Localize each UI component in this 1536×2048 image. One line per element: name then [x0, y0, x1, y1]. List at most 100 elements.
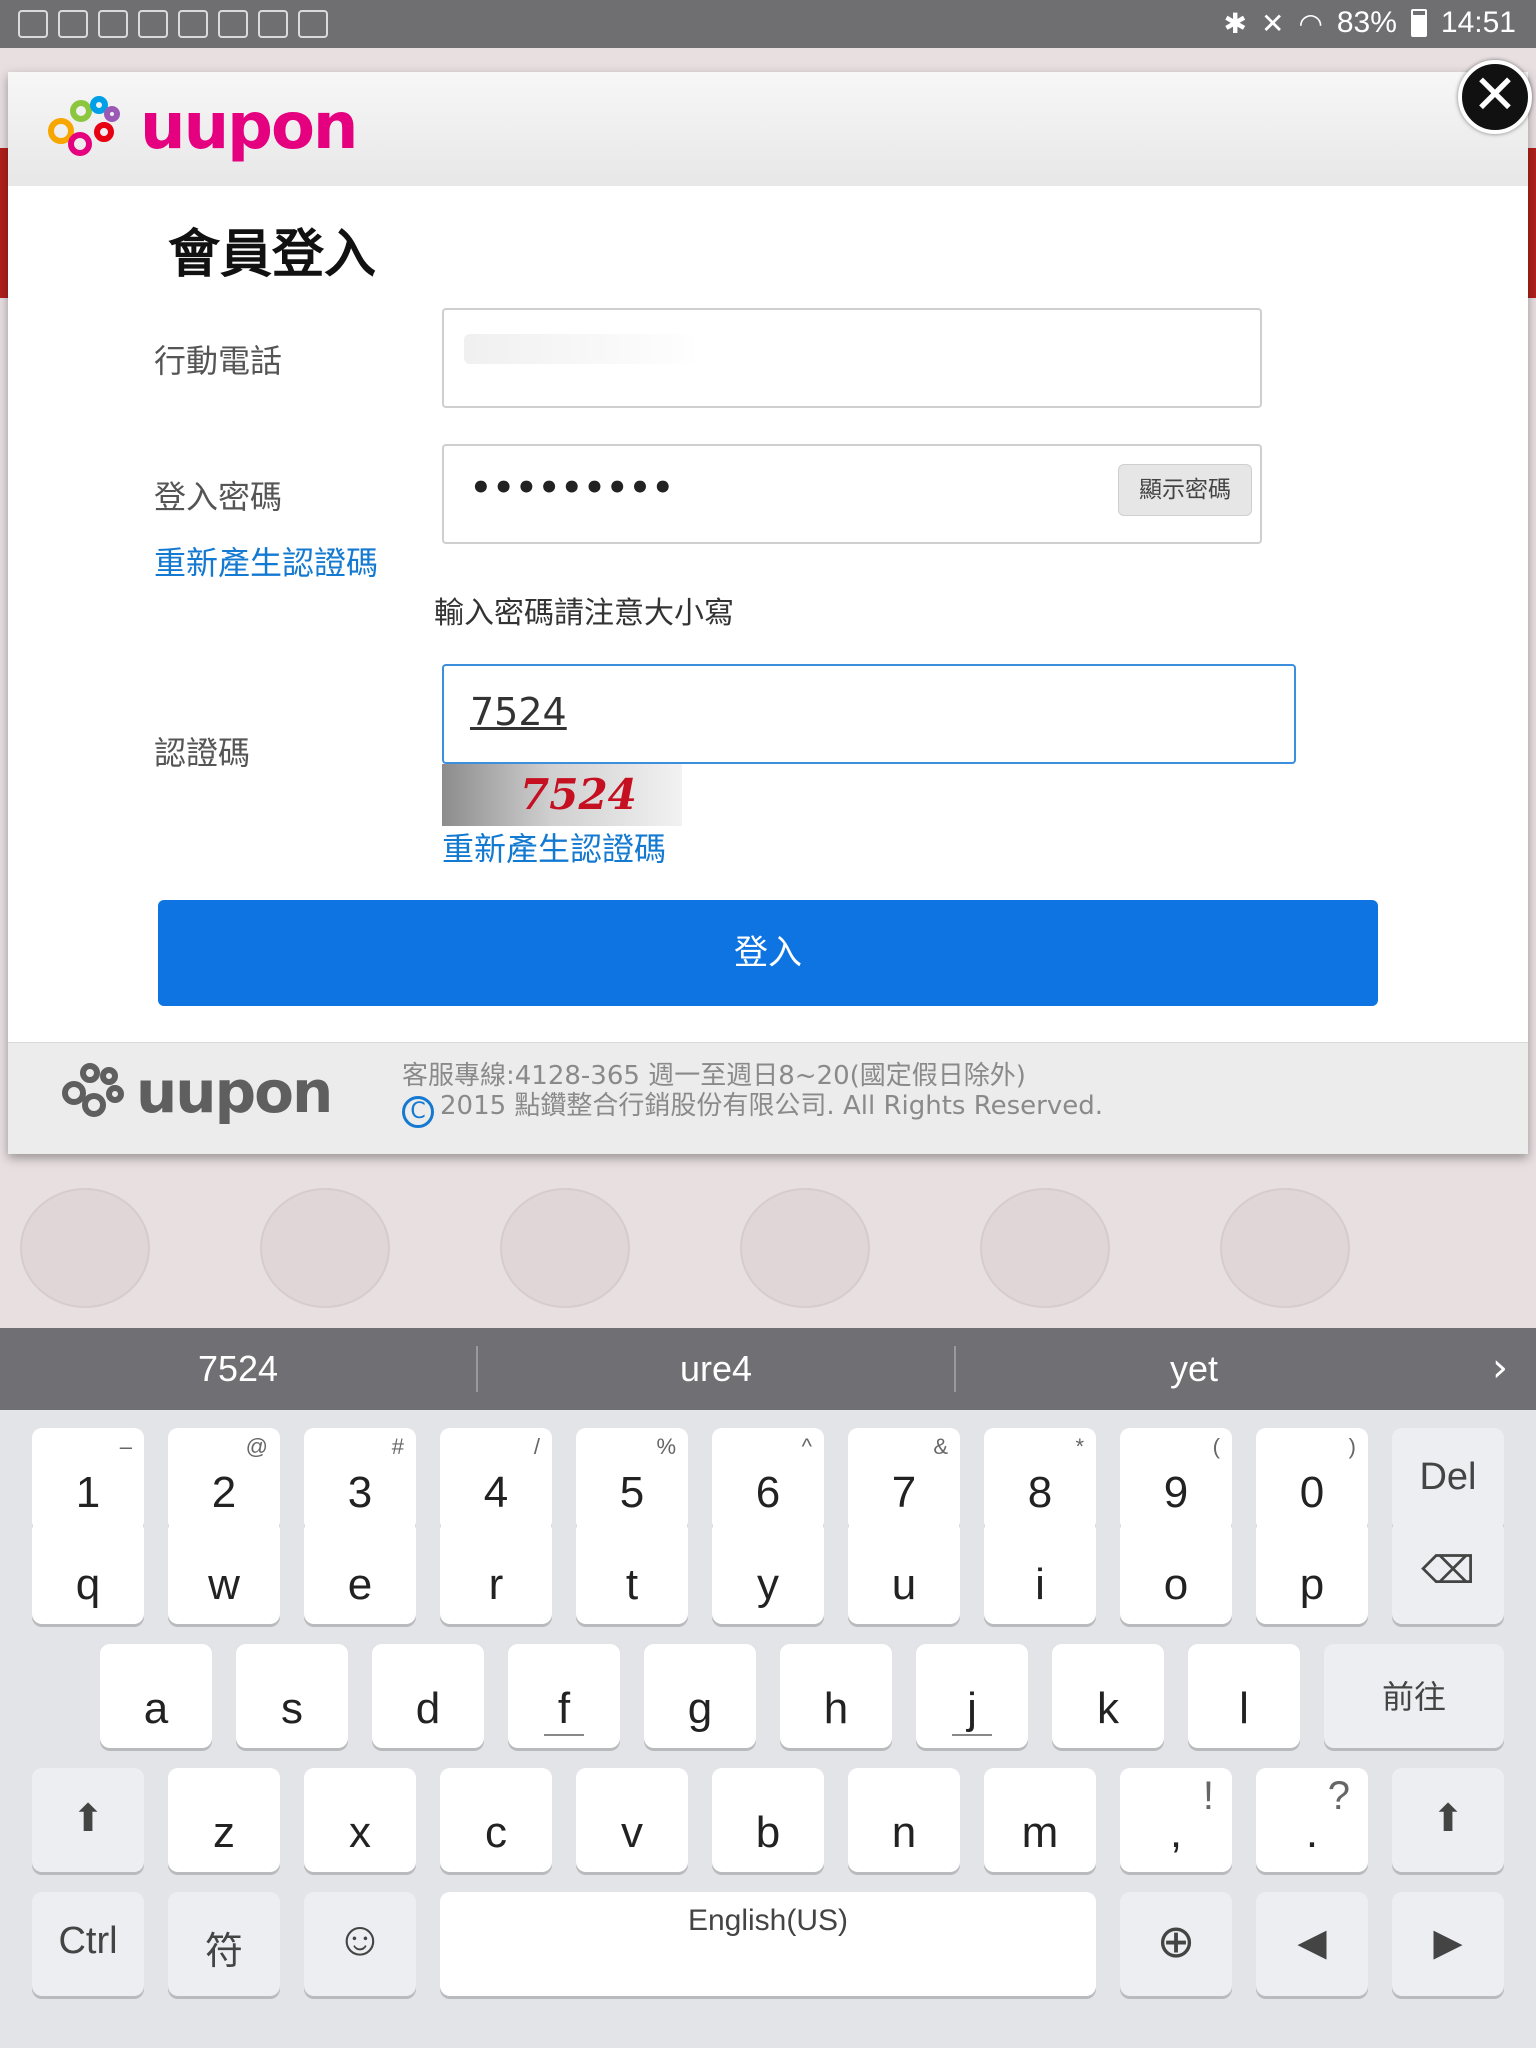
emoji-key[interactable]: ☺ [304, 1892, 416, 1996]
image-icon [98, 10, 128, 38]
logo-dots-icon [46, 96, 136, 166]
key-period[interactable]: ?. [1256, 1768, 1368, 1872]
key-r[interactable]: r [440, 1520, 552, 1624]
emoji-icon: ☺ [335, 1913, 385, 1966]
show-password-button[interactable]: 顯示密碼 [1118, 464, 1252, 516]
captcha-input-value: 7524 [470, 690, 567, 734]
shift-key-left[interactable]: ⬆ [32, 1768, 144, 1872]
footer-logo: uupon [62, 1058, 333, 1131]
key-4[interactable]: /4 [440, 1428, 552, 1532]
chevron-right-icon[interactable]: › [1492, 1328, 1508, 1408]
key-g[interactable]: g [644, 1644, 756, 1748]
key-9[interactable]: (9 [1120, 1428, 1232, 1532]
suggestion-item[interactable]: ure4 [478, 1328, 954, 1410]
key-x[interactable]: x [304, 1768, 416, 1872]
key-b[interactable]: b [712, 1768, 824, 1872]
key-h[interactable]: h [780, 1644, 892, 1748]
suggestion-item[interactable]: 7524 [0, 1328, 476, 1410]
key-u[interactable]: u [848, 1520, 960, 1624]
key-v[interactable]: v [576, 1768, 688, 1872]
recycle-icon [298, 10, 328, 38]
key-j[interactable]: j [916, 1644, 1028, 1748]
key-o[interactable]: o [1120, 1520, 1232, 1624]
password-input[interactable]: ••••••••• 顯示密碼 [442, 444, 1262, 544]
footer-logo-dots-icon [62, 1061, 132, 1131]
mascot-pattern-icon [740, 1188, 870, 1308]
notification-icon [178, 10, 208, 38]
password-label: 登入密碼 [154, 478, 283, 516]
status-right: ✱ ✕ ◠ 83% 14:51 [1224, 6, 1517, 40]
regenerate-code-link[interactable]: 重新產生認證碼 [442, 824, 666, 870]
ctrl-key[interactable]: Ctrl [32, 1892, 144, 1996]
mascot-pattern-icon [20, 1188, 150, 1308]
key-c[interactable]: c [440, 1768, 552, 1872]
key-0[interactable]: ) 0 [1256, 1428, 1368, 1532]
modal-footer: uupon 客服專線:4128-365 週一至週日8~20(國定假日除外) C2… [8, 1042, 1528, 1154]
phone-value-redacted [464, 334, 694, 364]
phone-label: 行動電話 [154, 342, 283, 380]
wifi-icon: ◠ [1298, 7, 1323, 39]
app-icon [138, 10, 168, 38]
key-z[interactable]: z [168, 1768, 280, 1872]
cursor-left-key[interactable]: ◀ [1256, 1892, 1368, 1996]
login-button[interactable]: 登入 [158, 900, 1378, 1006]
key-8[interactable]: * 8 [984, 1428, 1096, 1532]
key-6[interactable]: ^ 6 [712, 1428, 824, 1532]
key-i[interactable]: i [984, 1520, 1096, 1624]
bluetooth-icon: ✱ [1223, 7, 1247, 39]
close-button[interactable]: ✕ [1458, 60, 1532, 134]
space-key[interactable]: English(US) [440, 1892, 1096, 1996]
key-s[interactable]: s [236, 1644, 348, 1748]
shift-key-right[interactable]: ⬆ [1392, 1768, 1504, 1872]
key-q[interactable]: q [32, 1520, 144, 1624]
notification-icon [218, 10, 248, 38]
suggestion-item[interactable]: yet [956, 1328, 1432, 1410]
key-t[interactable]: t [576, 1520, 688, 1624]
download-icon [58, 10, 88, 38]
symbols-key[interactable]: 符 [168, 1892, 280, 1996]
captcha-input[interactable]: 7524 [442, 664, 1296, 764]
globe-icon: ⊕ [1156, 1915, 1196, 1967]
copyright-icon: C [402, 1096, 434, 1128]
login-modal: uupon 會員登入 行動電話 登入密碼 重新產生認證碼 ••••••••• 顯… [8, 72, 1528, 1154]
regenerate-code-link-left[interactable]: 重新產生認證碼 [154, 538, 378, 584]
logo-wordmark: uupon [140, 90, 358, 164]
uupon-logo: uupon [46, 90, 358, 166]
shift-icon: ⬆ [1432, 1798, 1464, 1840]
backspace-key[interactable]: ⌫ [1392, 1520, 1504, 1624]
key-comma[interactable]: !, [1120, 1768, 1232, 1872]
arrow-right-icon: ▶ [1433, 1922, 1463, 1964]
key-w[interactable]: w [168, 1520, 280, 1624]
phone-input[interactable] [442, 308, 1262, 408]
key-3[interactable]: #3 [304, 1428, 416, 1532]
modal-header: uupon [8, 72, 1528, 186]
key-y[interactable]: y [712, 1520, 824, 1624]
key-2[interactable]: @2 [168, 1428, 280, 1532]
key-l[interactable]: l [1188, 1644, 1300, 1748]
captcha-label: 認證碼 [154, 734, 251, 772]
key-5[interactable]: % 5 [576, 1428, 688, 1532]
mascot-pattern-icon [500, 1188, 630, 1308]
cursor-right-key[interactable]: ▶ [1392, 1892, 1504, 1996]
language-key[interactable]: ⊕ [1120, 1892, 1232, 1996]
key-a[interactable]: a [100, 1644, 212, 1748]
captcha-image-text: 7524 [520, 770, 637, 819]
key-7[interactable]: & 7 [848, 1428, 960, 1532]
clock: 14:51 [1440, 6, 1516, 39]
footer-logo-wordmark: uupon [136, 1058, 333, 1126]
key-k[interactable]: k [1052, 1644, 1164, 1748]
mascot-pattern-icon [1220, 1188, 1350, 1308]
delete-key[interactable]: Del [1392, 1428, 1504, 1532]
key-e[interactable]: e [304, 1520, 416, 1624]
backspace-icon: ⌫ [1421, 1550, 1475, 1592]
key-p[interactable]: p [1256, 1520, 1368, 1624]
key-d[interactable]: d [372, 1644, 484, 1748]
go-key[interactable]: 前往 [1324, 1644, 1504, 1748]
captcha-image: 7524 [442, 764, 682, 826]
key-f[interactable]: f [508, 1644, 620, 1748]
key-1[interactable]: –1 [32, 1428, 144, 1532]
battery-percent: 83% [1336, 6, 1397, 39]
status-bar: ✱ ✕ ◠ 83% 14:51 [0, 0, 1536, 48]
key-m[interactable]: m [984, 1768, 1096, 1872]
key-n[interactable]: n [848, 1768, 960, 1872]
